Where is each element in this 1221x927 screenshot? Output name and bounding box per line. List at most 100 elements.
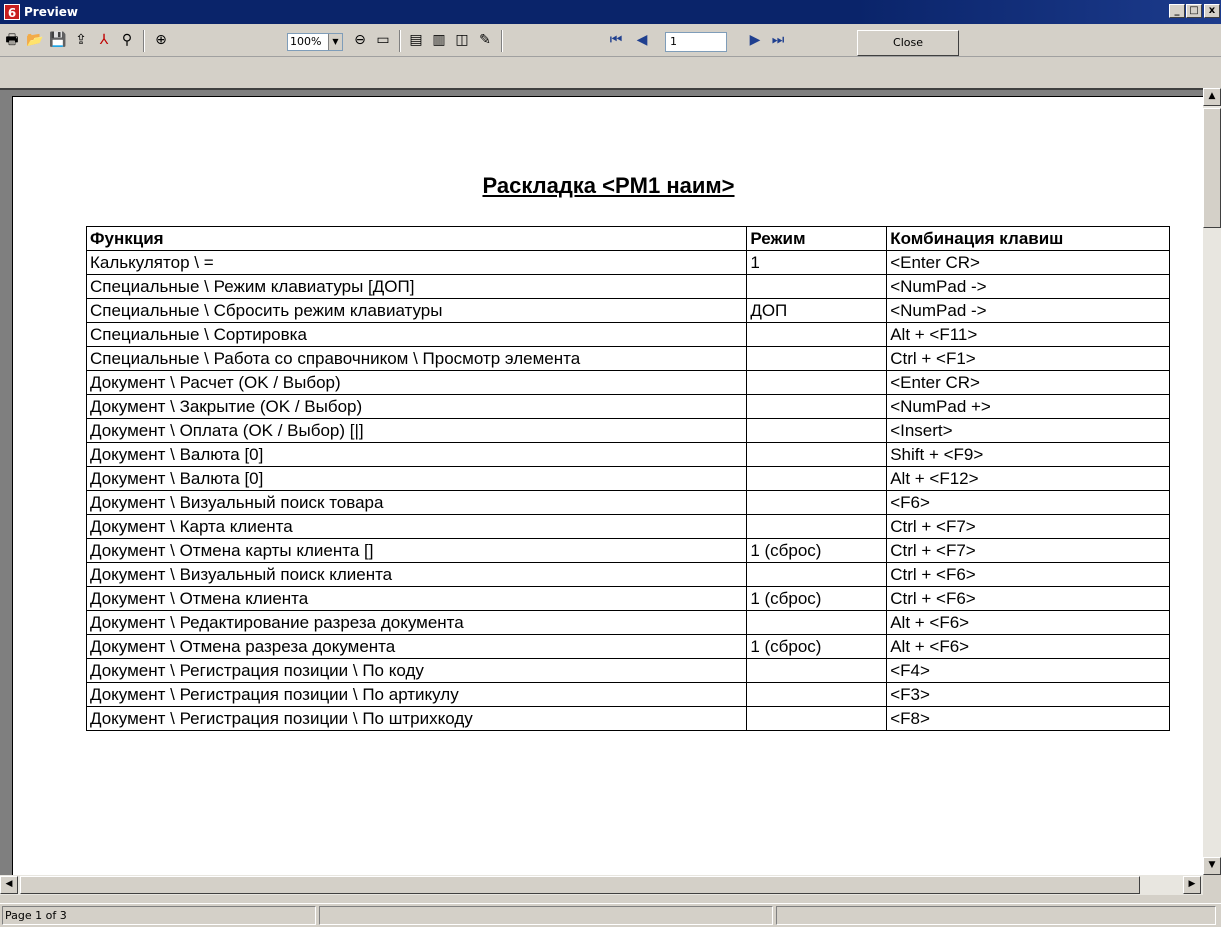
preview-area[interactable]: Раскладка <PM1 наим> Функция Режим Комби… xyxy=(0,88,1203,875)
cell-keys: <Enter CR> xyxy=(886,370,1170,395)
zoom-select[interactable]: 100% ▼ xyxy=(287,33,343,51)
print-icon[interactable]: 🖶 xyxy=(2,30,22,50)
prev-page-icon[interactable]: ◀ xyxy=(632,30,652,50)
table-row: Документ \ Визуальный поиск клиента Ctrl … xyxy=(85,562,1170,587)
page-setup-icon[interactable]: ▤ xyxy=(406,30,426,50)
cell-keys: Ctrl + <F6> xyxy=(886,562,1170,587)
cell-mode xyxy=(746,274,888,299)
cell-function: Документ \ Закрытие (OK / Выбор) xyxy=(85,394,748,419)
close-window-button[interactable]: x xyxy=(1204,4,1220,18)
zoom-in-icon[interactable]: ⊕ xyxy=(151,30,171,50)
cell-keys: Alt + <F12> xyxy=(886,466,1170,491)
table-row: Документ \ Оплата (OK / Выбор) [|] <Inser… xyxy=(85,418,1170,443)
save-icon[interactable]: 💾 xyxy=(48,30,68,50)
title-bar: 6 Preview _ □ x xyxy=(0,0,1221,24)
table-row: Документ \ Регистрация позиции \ По штри… xyxy=(85,706,1170,731)
open-icon[interactable]: 📂 xyxy=(25,30,45,50)
outline-icon[interactable]: ◫ xyxy=(452,30,472,50)
status-panel-3 xyxy=(776,906,1216,925)
chevron-down-icon[interactable]: ▼ xyxy=(328,34,342,50)
table-header-row: Функция Режим Комбинация клавиш xyxy=(85,226,1170,251)
edit-icon[interactable]: ✎ xyxy=(475,30,495,50)
cell-mode xyxy=(746,682,888,707)
status-bar: Page 1 of 3 xyxy=(0,903,1221,927)
last-page-icon[interactable]: ⏭ xyxy=(768,30,788,50)
first-page-icon[interactable]: ⏮ xyxy=(606,30,626,50)
cell-keys: <F4> xyxy=(886,658,1170,683)
table-row: Специальные \ Сбросить режим клавиатуры Д… xyxy=(85,298,1170,323)
scroll-right-button[interactable]: ▶ xyxy=(1183,876,1201,894)
cell-function: Документ \ Визуальный поиск клиента xyxy=(85,562,748,587)
scroll-left-button[interactable]: ◀ xyxy=(0,876,18,894)
vertical-scroll-thumb[interactable] xyxy=(1203,108,1221,228)
cell-function: Документ \ Визуальный поиск товара xyxy=(85,490,748,515)
cell-mode xyxy=(746,466,888,491)
horizontal-scrollbar[interactable]: ◀ ▶ xyxy=(0,875,1203,895)
cell-function: Калькулятор \ = xyxy=(85,250,748,275)
column-header-mode: Режим xyxy=(746,226,888,251)
app-icon: 6 xyxy=(4,4,20,20)
next-page-icon[interactable]: ▶ xyxy=(745,30,765,50)
cell-mode xyxy=(746,370,888,395)
minimize-button[interactable]: _ xyxy=(1169,4,1185,18)
page-number-input[interactable]: 1 xyxy=(665,32,727,52)
export-icon[interactable]: ⇪ xyxy=(71,30,91,50)
table-row: Документ \ Расчет (OK / Выбор) <Enter CR> xyxy=(85,370,1170,395)
table-row: Специальные \ Работа со справочником \ П… xyxy=(85,346,1170,371)
table-row: Документ \ Валюта [0] Shift + <F9> xyxy=(85,442,1170,467)
document-page: Раскладка <PM1 наим> Функция Режим Комби… xyxy=(12,96,1203,875)
table-row: Документ \ Отмена разреза документа 1 (сб… xyxy=(85,634,1170,659)
cell-mode xyxy=(746,658,888,683)
full-page-icon[interactable]: ▭ xyxy=(373,30,393,50)
thumbnails-icon[interactable]: ▥ xyxy=(429,30,449,50)
scroll-down-button[interactable]: ▼ xyxy=(1203,857,1221,875)
cell-keys: <Insert> xyxy=(886,418,1170,443)
cell-function: Документ \ Расчет (OK / Выбор) xyxy=(85,370,748,395)
column-header-keys: Комбинация клавиш xyxy=(886,226,1170,251)
cell-keys: Shift + <F9> xyxy=(886,442,1170,467)
horizontal-scroll-thumb[interactable] xyxy=(20,876,1140,894)
cell-function: Документ \ Карта клиента xyxy=(85,514,748,539)
cell-function: Документ \ Отмена разреза документа xyxy=(85,634,748,659)
scroll-up-button[interactable]: ▲ xyxy=(1203,88,1221,106)
table-row: Документ \ Валюта [0] Alt + <F12> xyxy=(85,466,1170,491)
cell-keys: <F6> xyxy=(886,490,1170,515)
toolbar-separator xyxy=(143,30,145,52)
scrollbar-corner xyxy=(1203,875,1221,895)
cell-mode: 1 (сброс) xyxy=(746,538,888,563)
cell-mode xyxy=(746,418,888,443)
window-title: Preview xyxy=(24,5,79,19)
close-button[interactable]: Close xyxy=(857,30,959,56)
table-row: Документ \ Регистрация позиции \ По коду… xyxy=(85,658,1170,683)
cell-mode xyxy=(746,346,888,371)
find-icon[interactable]: ⚲ xyxy=(117,30,137,50)
cell-function: Специальные \ Работа со справочником \ П… xyxy=(85,346,748,371)
cell-keys: <NumPad +> xyxy=(886,394,1170,419)
cell-function: Документ \ Отмена клиента xyxy=(85,586,748,611)
zoom-value: 100% xyxy=(290,35,322,48)
table-row: Специальные \ Сортировка Alt + <F11> xyxy=(85,322,1170,347)
table-row: Документ \ Регистрация позиции \ По арти… xyxy=(85,682,1170,707)
cell-mode xyxy=(746,610,888,635)
zoom-out-icon[interactable]: ⊖ xyxy=(350,30,370,50)
cell-keys: <F3> xyxy=(886,682,1170,707)
document-title: Раскладка <PM1 наим> xyxy=(482,173,735,198)
cell-function: Документ \ Отмена карты клиента [] xyxy=(85,538,748,563)
cell-function: Специальные \ Сортировка xyxy=(85,322,748,347)
cell-mode xyxy=(746,514,888,539)
cell-function: Документ \ Регистрация позиции \ По арти… xyxy=(85,682,748,707)
cell-keys: Ctrl + <F7> xyxy=(886,514,1170,539)
pdf-icon[interactable]: ⅄ xyxy=(94,30,114,50)
cell-keys: Ctrl + <F6> xyxy=(886,586,1170,611)
vertical-scrollbar[interactable]: ▲ ▼ xyxy=(1203,88,1221,875)
cell-mode xyxy=(746,442,888,467)
cell-function: Специальные \ Режим клавиатуры [ДОП] xyxy=(85,274,748,299)
cell-mode xyxy=(746,322,888,347)
maximize-button[interactable]: □ xyxy=(1186,4,1202,18)
cell-function: Документ \ Регистрация позиции \ По штри… xyxy=(85,706,748,731)
cell-function: Документ \ Оплата (OK / Выбор) [|] xyxy=(85,418,748,443)
toolbar: 🖶 📂 💾 ⇪ ⅄ ⚲ ⊕ 100% ▼ ⊖ ▭ ▤ ▥ ◫ ✎ ⏮ ◀ 1 ▶… xyxy=(0,24,1221,57)
cell-keys: <NumPad -> xyxy=(886,274,1170,299)
hotkeys-table: Функция Режим Комбинация клавиш Калькуля… xyxy=(85,226,1170,731)
cell-keys: Alt + <F6> xyxy=(886,634,1170,659)
